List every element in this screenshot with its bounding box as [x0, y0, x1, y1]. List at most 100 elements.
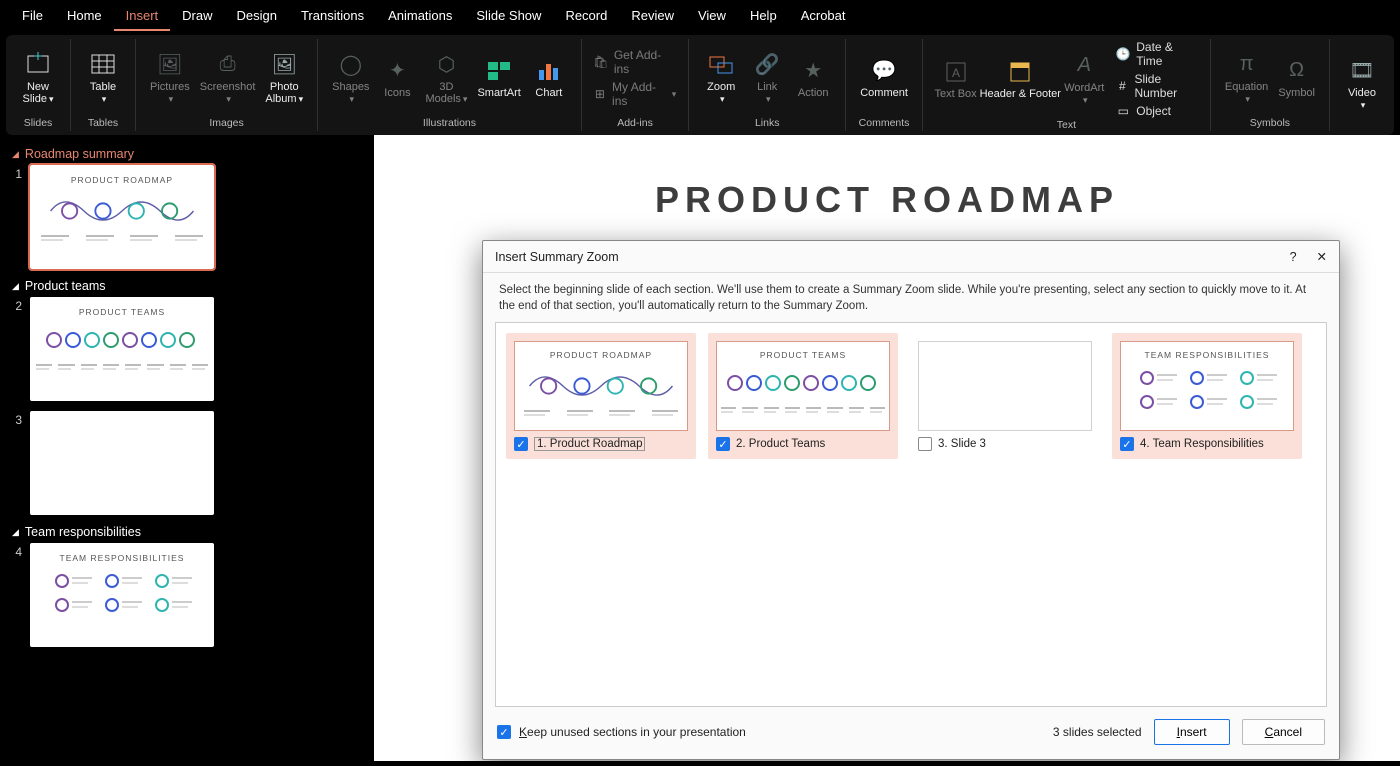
zoom-item-label: 1. Product Roadmap — [534, 437, 645, 451]
ribbon-group-symbols: πEquation▾ ΩSymbol Symbols — [1211, 39, 1330, 131]
screenshot-button[interactable]: ⎙Screenshot▾ — [196, 49, 260, 107]
slides-group-label: Slides — [24, 117, 53, 131]
icons-button[interactable]: ✦Icons — [375, 55, 419, 101]
chart-icon — [535, 57, 563, 85]
slidenum-button[interactable]: #Slide Number — [1114, 71, 1200, 101]
object-icon: ▭ — [1116, 104, 1130, 118]
zoom-slide-item[interactable]: PRODUCT TEAMS✓2. Product Teams — [708, 333, 898, 459]
zoom-checkbox[interactable]: ✓ — [716, 437, 730, 451]
photo-album-icon: 🖼 — [270, 51, 298, 79]
summary-zoom-dialog: Insert Summary Zoom ? ✕ Select the begin… — [482, 240, 1340, 760]
action-button[interactable]: ★Action — [791, 55, 835, 101]
link-icon: 🔗 — [753, 51, 781, 79]
menu-tab-view[interactable]: View — [686, 2, 738, 31]
zoom-checkbox[interactable]: ✓ — [1120, 437, 1134, 451]
table-label: Table — [90, 81, 116, 93]
section-header[interactable]: ◢Roadmap summary — [12, 147, 240, 161]
tables-group-label: Tables — [88, 117, 118, 131]
ribbon: NewSlide▾ Slides Table▾ Tables 🖼Pictures… — [6, 35, 1394, 135]
slide-thumbnail[interactable]: TEAM RESPONSIBILITIES — [30, 543, 214, 647]
shapes-button[interactable]: ◯Shapes▾ — [328, 49, 373, 107]
slide-thumbnail[interactable] — [30, 411, 214, 515]
menu-tab-animations[interactable]: Animations — [376, 2, 464, 31]
zoom-item-label: 4. Team Responsibilities — [1140, 438, 1264, 450]
keep-sections-checkbox[interactable]: ✓ — [497, 725, 511, 739]
menu-tab-insert[interactable]: Insert — [114, 2, 171, 31]
cancel-button[interactable]: Cancel — [1242, 719, 1325, 745]
models-icon: ⬡ — [432, 51, 460, 79]
zoom-slide-item[interactable]: TEAM RESPONSIBILITIES✓4. Team Responsibi… — [1112, 333, 1302, 459]
menu-tab-file[interactable]: File — [10, 2, 55, 31]
menu-tab-record[interactable]: Record — [553, 2, 619, 31]
textbox-button[interactable]: AText Box — [933, 56, 978, 102]
menu-tab-review[interactable]: Review — [619, 2, 686, 31]
addins-group-label: Add-ins — [617, 117, 653, 131]
canvas-title: PRODUCT ROADMAP — [374, 179, 1400, 221]
section-header[interactable]: ◢Product teams — [12, 279, 240, 293]
zoom-checkbox[interactable]: ✓ — [514, 437, 528, 451]
get-addins-button[interactable]: 🛍Get Add-ins — [592, 47, 678, 77]
dialog-close-button[interactable]: ✕ — [1317, 249, 1327, 264]
ribbon-group-slides: NewSlide▾ Slides — [6, 39, 71, 131]
ribbon-group-media: 🎞Video▾ — [1330, 39, 1394, 131]
slide-thumbnail[interactable]: PRODUCT ROADMAP — [30, 165, 214, 269]
link-button[interactable]: 🔗Link▾ — [745, 49, 789, 107]
insert-button[interactable]: Insert — [1154, 719, 1230, 745]
3d-models-button[interactable]: ⬡3DModels▾ — [421, 49, 471, 107]
object-button[interactable]: ▭Object — [1114, 103, 1173, 119]
header-footer-button[interactable]: Header & Footer — [980, 56, 1060, 102]
new-slide-label: NewSlide — [23, 81, 50, 105]
equation-button[interactable]: πEquation▾ — [1221, 49, 1272, 107]
menu-tab-draw[interactable]: Draw — [170, 2, 224, 31]
dialog-help-button[interactable]: ? — [1290, 250, 1297, 264]
wordart-button[interactable]: AWordArt▾ — [1062, 50, 1106, 108]
menu-tab-transitions[interactable]: Transitions — [289, 2, 376, 31]
ribbon-group-links: Zoom▾ 🔗Link▾ ★Action Links — [689, 39, 846, 131]
photo-album-button[interactable]: 🖼PhotoAlbum▾ — [261, 49, 307, 107]
ribbon-group-addins: 🛍Get Add-ins ⊞My Add-ins▾ Add-ins — [582, 39, 689, 131]
section-header[interactable]: ◢Team responsibilities — [12, 525, 240, 539]
menu-tab-slide-show[interactable]: Slide Show — [464, 2, 553, 31]
video-button[interactable]: 🎞Video▾ — [1340, 55, 1384, 113]
zoom-item-label: 3. Slide 3 — [938, 438, 986, 450]
symbol-button[interactable]: ΩSymbol — [1274, 55, 1319, 101]
zoom-checkbox[interactable] — [918, 437, 932, 451]
wordart-icon: A — [1070, 52, 1098, 80]
zoom-icon — [707, 51, 735, 79]
addins-icon: ⊞ — [594, 87, 606, 101]
datetime-button[interactable]: 🕒Date & Time — [1114, 39, 1200, 69]
symbol-icon: Ω — [1283, 57, 1311, 85]
slide-number: 1 — [12, 167, 22, 181]
slide-panel: ◢Roadmap summary 1 PRODUCT ROADMAP ◢Product… — [0, 135, 252, 761]
slide-thumbnail[interactable]: PRODUCT TEAMS — [30, 297, 214, 401]
comment-button[interactable]: 💬Comment — [856, 55, 912, 101]
menu-tab-acrobat[interactable]: Acrobat — [789, 2, 858, 31]
menu-tab-design[interactable]: Design — [225, 2, 289, 31]
pictures-icon: 🖼 — [156, 51, 184, 79]
ribbon-group-images: 🖼Pictures▾ ⎙Screenshot▾ 🖼PhotoAlbum▾ Ima… — [136, 39, 318, 131]
new-slide-icon — [24, 51, 52, 79]
table-button[interactable]: Table▾ — [81, 49, 125, 107]
chart-button[interactable]: Chart — [527, 55, 571, 101]
slide-number: 4 — [12, 545, 22, 559]
dialog-title: Insert Summary Zoom — [495, 250, 619, 264]
zoom-slide-item[interactable]: 3. Slide 3 — [910, 333, 1100, 459]
new-slide-button[interactable]: NewSlide▾ — [16, 49, 60, 107]
collapse-icon: ◢ — [12, 149, 19, 160]
links-group-label: Links — [755, 117, 780, 131]
dialog-body: PRODUCT ROADMAP✓1. Product RoadmapPRODUC… — [495, 322, 1327, 707]
zoom-slide-item[interactable]: PRODUCT ROADMAP✓1. Product Roadmap — [506, 333, 696, 459]
my-addins-button[interactable]: ⊞My Add-ins▾ — [592, 79, 678, 109]
illustrations-group-label: Illustrations — [423, 117, 476, 131]
menu-tab-home[interactable]: Home — [55, 2, 114, 31]
images-group-label: Images — [209, 117, 243, 131]
screenshot-icon: ⎙ — [214, 51, 242, 79]
pictures-button[interactable]: 🖼Pictures▾ — [146, 49, 194, 107]
zoom-button[interactable]: Zoom▾ — [699, 49, 743, 107]
zoom-thumbnail — [918, 341, 1092, 431]
comments-group-label: Comments — [859, 117, 910, 131]
smartart-button[interactable]: SmartArt — [473, 55, 524, 101]
menu-tab-help[interactable]: Help — [738, 2, 789, 31]
svg-text:A: A — [952, 66, 960, 80]
keep-sections-label: Keep unused sections in your presentatio… — [519, 725, 746, 739]
